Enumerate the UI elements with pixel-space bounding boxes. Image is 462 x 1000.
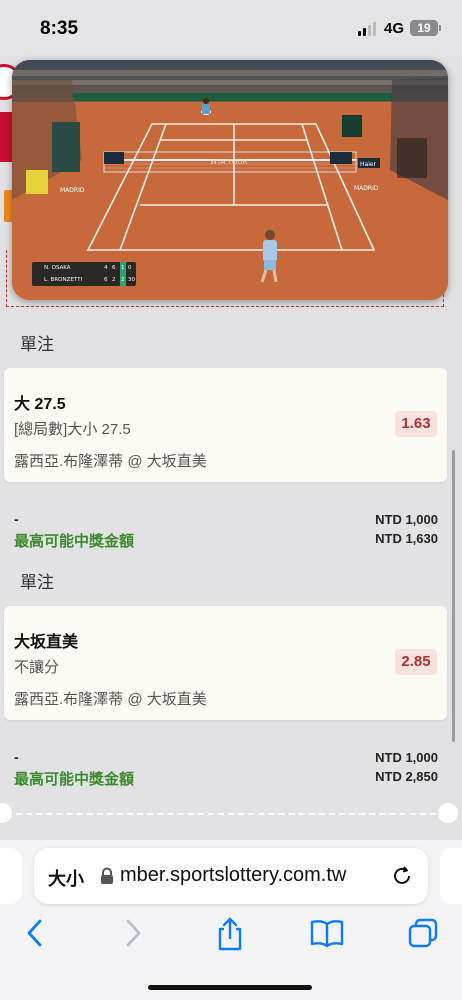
odds-badge[interactable]: 1.63: [395, 411, 437, 437]
tabs-icon[interactable]: [406, 916, 440, 950]
bet-selection: 大坂直美: [14, 634, 79, 651]
max-payout-amount: NTD 1,630: [375, 531, 438, 546]
status-bar: 8:35 4G 19: [0, 0, 462, 56]
network-label: 4G: [384, 20, 405, 37]
bet-card[interactable]: 大坂直美 不讓分 露西亞.布隆澤蒂 @ 大坂直美 2.85: [4, 606, 447, 720]
odds-badge[interactable]: 2.85: [395, 649, 437, 675]
max-payout-amount: NTD 2,850: [375, 769, 438, 784]
bet-type-title: 單注: [20, 335, 54, 354]
stake-dash: -: [14, 511, 19, 527]
clock: 8:35: [40, 18, 79, 39]
set-score: 1: [120, 262, 126, 274]
battery-icon: 19: [410, 20, 438, 36]
set-score: 6: [112, 265, 116, 271]
net-brand-text: WTA TOUR: [210, 158, 248, 166]
set-score: 4: [104, 265, 108, 271]
ticket-notch-right: [438, 803, 458, 823]
text-size-button[interactable]: 大小: [48, 865, 84, 891]
bet-match: 露西亞.布隆澤蒂 @ 大坂直美: [14, 453, 207, 470]
share-icon[interactable]: [214, 916, 246, 952]
address-bar[interactable]: 大小 mber.sportslottery.com.tw: [34, 848, 428, 904]
lock-icon: [101, 867, 113, 884]
set-score: 6: [104, 277, 108, 283]
home-indicator[interactable]: [148, 985, 312, 990]
previous-tab-card[interactable]: [0, 848, 22, 904]
dashed-border-bottom: [6, 306, 444, 307]
set-score: 2: [120, 274, 126, 286]
scoreboard-row-player2: L. BRONZETTI 6 2 2 30: [32, 274, 136, 286]
bet-selection: 大 27.5: [14, 396, 66, 413]
max-payout-label: 最高可能中獎金額: [14, 771, 135, 788]
next-tab-card[interactable]: [440, 848, 462, 904]
battery-tip: [439, 25, 441, 31]
back-icon[interactable]: [22, 916, 48, 950]
player-name: N. OSAKA: [44, 265, 71, 271]
bet-match: 露西亞.布隆澤蒂 @ 大坂直美: [14, 691, 207, 708]
scoreboard-row-player1: N. OSAKA 4 6 1 0: [32, 262, 136, 274]
venue-text-right: MADRID: [354, 185, 379, 192]
match-scoreboard: N. OSAKA 4 6 1 0 L. BRONZETTI 6 2 2 30: [32, 262, 136, 286]
set-score: 2: [112, 277, 116, 283]
bet-market: [總局數]大小 27.5: [14, 421, 131, 438]
bet-card[interactable]: 大 27.5 [總局數]大小 27.5 露西亞.布隆澤蒂 @ 大坂直美 1.63: [4, 368, 447, 482]
dashed-border-left: [6, 250, 7, 307]
bet-type-title: 單注: [20, 573, 54, 592]
reload-icon[interactable]: [390, 864, 414, 888]
player-name: L. BRONZETTI: [44, 277, 83, 283]
bet-market: 不讓分: [14, 659, 60, 676]
bookmarks-icon[interactable]: [309, 916, 345, 950]
stake-amount: NTD 1,000: [375, 750, 438, 765]
scrollbar[interactable]: [452, 450, 455, 742]
ticket-perforation: [6, 813, 446, 815]
url-text[interactable]: mber.sportslottery.com.tw: [120, 864, 382, 887]
max-payout-label: 最高可能中獎金額: [14, 533, 135, 550]
forward-icon[interactable]: [120, 916, 146, 950]
venue-text-left: MADRID: [60, 187, 85, 194]
point-score: 30: [128, 277, 135, 283]
signal-icon: [358, 22, 376, 36]
sponsor-text: Haier: [360, 161, 377, 168]
stake-amount: NTD 1,000: [375, 512, 438, 527]
stake-dash: -: [14, 749, 19, 765]
point-score: 0: [128, 265, 132, 271]
